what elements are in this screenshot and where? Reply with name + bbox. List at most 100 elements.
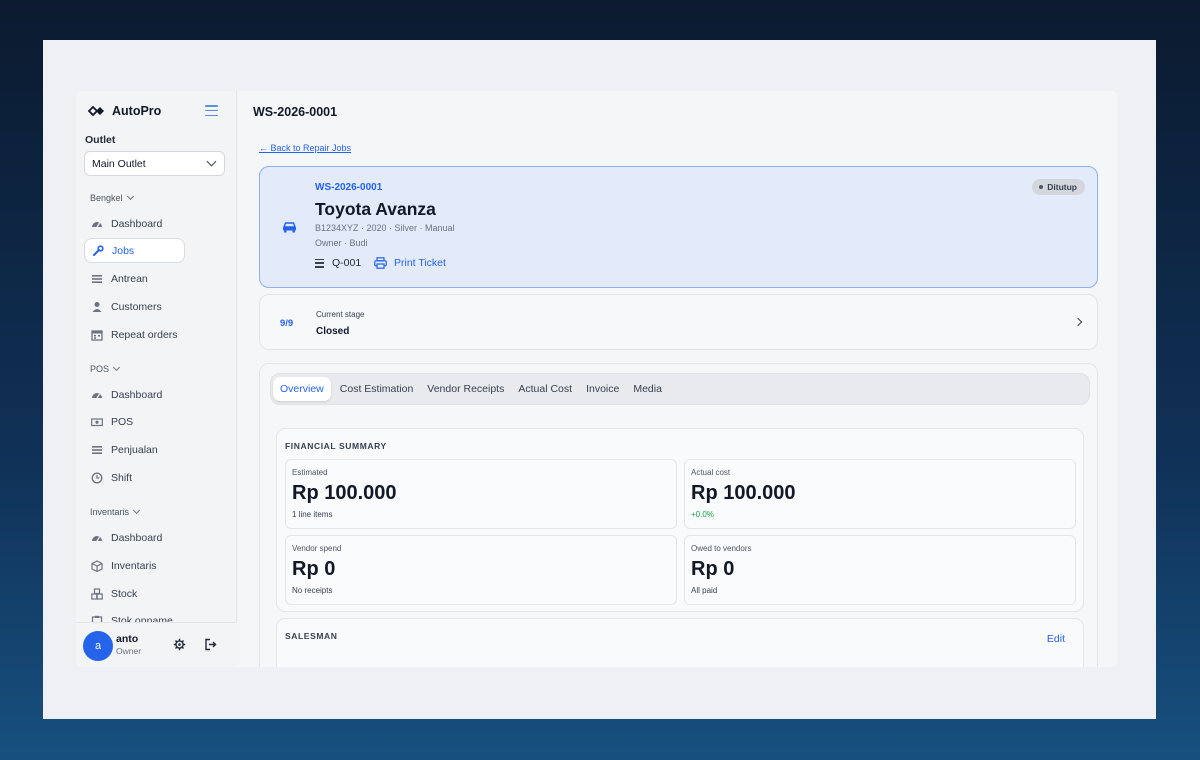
- tab-vendor-receipts[interactable]: Vendor Receipts: [420, 377, 511, 401]
- sidebar-item-label: POS: [111, 415, 134, 428]
- printer-icon: [374, 257, 387, 269]
- page-title: WS-2026-0001: [253, 105, 338, 119]
- sidebar-item-bengkel-dashboard[interactable]: Dashboard: [84, 211, 185, 236]
- chevron-down-icon: [132, 506, 141, 515]
- stat-value: Rp 100.000: [691, 482, 796, 504]
- boxes-icon: [91, 587, 103, 600]
- stat-sub: No receipts: [292, 586, 333, 595]
- sidebar-item-label: Customers: [111, 300, 162, 313]
- sidebar-item-inventaris[interactable]: Inventaris: [84, 553, 185, 578]
- job-code: WS-2026-0001: [315, 182, 383, 193]
- status-badge: Ditutup: [1032, 179, 1085, 195]
- stat-value: Rp 0: [292, 558, 336, 580]
- chevron-down-icon: [126, 192, 134, 201]
- stat-label: Estimated: [292, 468, 328, 477]
- user-name: anto: [116, 633, 139, 645]
- stat-label: Vendor spend: [292, 544, 342, 553]
- tab-bar: Overview Cost Estimation Vendor Receipts…: [270, 373, 1090, 405]
- gauge-icon: [91, 532, 103, 544]
- app-window: AutoPro Outlet Main Outlet Bengkel Dashb…: [76, 91, 1118, 667]
- menu-toggle-icon[interactable]: [205, 105, 218, 116]
- outlet-select[interactable]: Main Outlet: [84, 151, 225, 176]
- user-bar: a anto Owner: [76, 622, 237, 667]
- current-stage-card[interactable]: 9/9 Current stage Closed: [259, 294, 1098, 350]
- stat-sub: +0.0%: [691, 510, 714, 519]
- sidebar-item-antrean[interactable]: Antrean: [84, 266, 185, 291]
- sidebar-item-penjualan[interactable]: Penjualan: [84, 437, 185, 462]
- sidebar-item-label: Jobs: [112, 244, 135, 257]
- stat-owed-to-vendors: Owed to vendors Rp 0 All paid: [684, 535, 1076, 605]
- stat-vendor-spend: Vendor spend Rp 0 No receipts: [285, 535, 677, 605]
- tab-invoice[interactable]: Invoice: [579, 377, 626, 401]
- salesman-title: SALESMAN: [285, 631, 338, 641]
- sidebar-item-shift[interactable]: Shift: [84, 465, 185, 490]
- stat-value: Rp 100.000: [292, 482, 397, 504]
- logout-icon[interactable]: [204, 638, 217, 651]
- car-icon: [282, 222, 297, 233]
- nav-section-bengkel[interactable]: Bengkel: [90, 192, 134, 203]
- outlet-select-value: Main Outlet: [92, 157, 146, 170]
- sidebar-item-stock[interactable]: Stock: [84, 581, 185, 606]
- calendar-icon: [91, 329, 103, 341]
- brand-name: AutoPro: [112, 104, 162, 118]
- sidebar-item-label: Stock: [111, 587, 138, 600]
- job-header-card: WS-2026-0001 Toyota Avanza B1234XYZ · 20…: [259, 166, 1098, 288]
- list-icon: [91, 273, 103, 285]
- gauge-icon: [91, 389, 103, 401]
- stat-sub: All paid: [691, 586, 718, 595]
- vehicle-meta: B1234XYZ · 2020 · Silver · Manual: [315, 223, 455, 233]
- financial-summary-card: FINANCIAL SUMMARY Estimated Rp 100.000 1…: [276, 428, 1084, 612]
- stat-label: Owed to vendors: [691, 544, 752, 553]
- brand[interactable]: AutoPro: [88, 104, 161, 118]
- sidebar-item-repeat-orders[interactable]: Repeat orders: [84, 322, 185, 347]
- stat-estimated: Estimated Rp 100.000 1 line items: [285, 459, 677, 529]
- back-to-repair-jobs-link[interactable]: ← Back to Repair Jobs: [259, 143, 351, 153]
- nav-section-pos[interactable]: POS: [90, 363, 121, 374]
- status-badge-text: Ditutup: [1047, 182, 1077, 192]
- chevron-down-icon: [206, 156, 217, 167]
- tab-media[interactable]: Media: [626, 377, 669, 401]
- list-icon: [91, 444, 103, 456]
- status-dot-icon: [1039, 185, 1044, 189]
- nav-section-label: POS: [90, 364, 110, 374]
- stat-value: Rp 0: [691, 558, 735, 580]
- tab-cost-estimation[interactable]: Cost Estimation: [333, 377, 421, 401]
- stat-label: Actual cost: [691, 468, 731, 477]
- sidebar-item-label: Dashboard: [111, 388, 163, 401]
- sidebar-item-customers[interactable]: Customers: [84, 294, 185, 319]
- sidebar-item-label: Dashboard: [111, 531, 163, 544]
- sidebar-item-pos-dashboard[interactable]: Dashboard: [84, 382, 185, 407]
- sidebar-item-label: Repeat orders: [111, 328, 178, 341]
- stage-value: Closed: [316, 326, 350, 337]
- queue-number-text: Q-001: [332, 257, 362, 269]
- print-ticket-button[interactable]: Print Ticket: [374, 257, 446, 269]
- sidebar-item-jobs[interactable]: Jobs: [84, 238, 185, 263]
- screenshot-frame: AutoPro Outlet Main Outlet Bengkel Dashb…: [43, 40, 1156, 719]
- salesman-edit-button[interactable]: Edit: [1047, 633, 1065, 645]
- clock-icon: [91, 472, 103, 484]
- chevron-down-icon: [112, 363, 121, 372]
- print-ticket-label: Print Ticket: [394, 257, 446, 269]
- outlet-label: Outlet: [85, 134, 116, 146]
- vehicle-owner: Owner · Budi: [315, 238, 368, 248]
- sidebar-item-label: Dashboard: [111, 217, 163, 230]
- nav-section-inventaris[interactable]: Inventaris: [90, 506, 141, 517]
- tab-overview[interactable]: Overview: [273, 377, 331, 401]
- stage-progress: 9/9: [280, 318, 294, 329]
- avatar[interactable]: a: [83, 631, 113, 661]
- settings-gear-icon[interactable]: [173, 638, 186, 651]
- tab-actual-cost[interactable]: Actual Cost: [511, 377, 579, 401]
- salesman-card: SALESMAN Edit: [276, 618, 1084, 667]
- autopro-logo-icon: [88, 105, 104, 117]
- stat-sub: 1 line items: [292, 510, 333, 519]
- sidebar-item-label: Penjualan: [111, 443, 158, 456]
- user-role: Owner: [116, 646, 142, 656]
- sidebar-item-pos[interactable]: POS: [84, 409, 185, 434]
- cash-icon: [91, 416, 103, 428]
- stat-actual-cost: Actual cost Rp 100.000 +0.0%: [684, 459, 1076, 529]
- gauge-icon: [91, 218, 103, 230]
- nav-section-label: Bengkel: [90, 193, 123, 203]
- wrench-icon: [92, 244, 104, 257]
- main-content: WS-2026-0001 ← Back to Repair Jobs WS-20…: [238, 91, 1118, 667]
- sidebar-item-inventaris-dashboard[interactable]: Dashboard: [84, 525, 185, 550]
